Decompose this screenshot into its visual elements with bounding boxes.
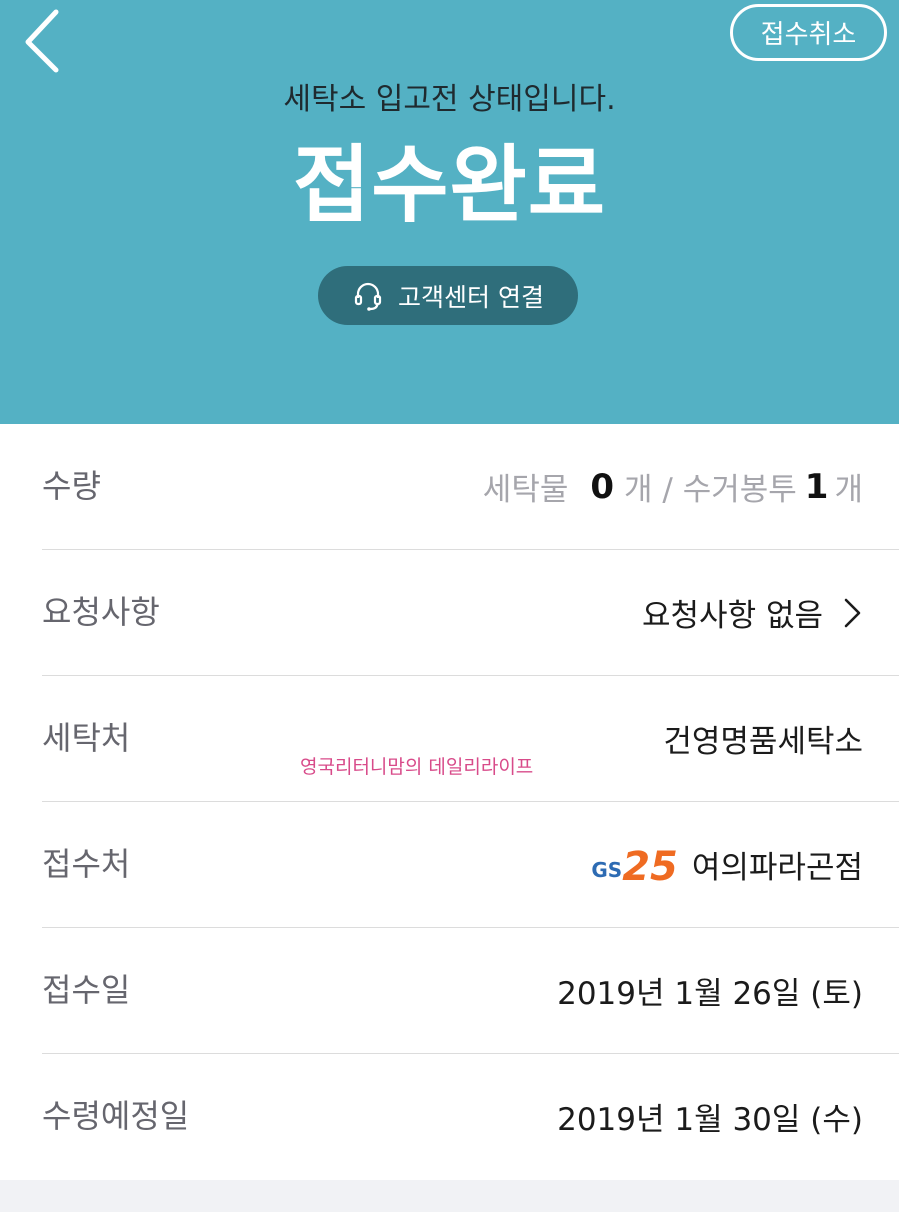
laundry-shop-value: 건영명품세탁소 xyxy=(663,724,863,760)
request-row[interactable]: 요청사항 요청사항 없음 xyxy=(42,550,899,676)
laundry-shop-row: 세탁처 건영명품세탁소 영국리터니맘의 데일리라이프 xyxy=(42,676,899,802)
status-header: 접수취소 세탁소 입고전 상태입니다. 접수완료 고객센터 연결 xyxy=(0,0,899,424)
quantity-label: 수량 xyxy=(42,467,101,505)
request-text: 요청사항 없음 xyxy=(642,598,823,634)
headset-icon xyxy=(354,282,382,311)
pickup-place-name: 여의파라곤점 xyxy=(691,850,863,886)
pickup-place-value: GS 25 여의파라곤점 xyxy=(591,802,863,927)
chevron-right-icon xyxy=(831,596,863,630)
gs25-logo: GS 25 xyxy=(591,843,678,890)
status-subtitle: 세탁소 입고전 상태입니다. xyxy=(283,82,616,117)
status-title: 접수완료 xyxy=(292,136,607,234)
quantity-row: 수량 세탁물 0 개 / 수거봉투 1 개 xyxy=(42,424,899,550)
laundry-shop-label: 세탁처 xyxy=(42,719,131,757)
quantity-value: 세탁물 0 개 / 수거봉투 1 개 xyxy=(483,424,863,549)
laundry-count: 0 xyxy=(590,466,615,507)
bag-count: 1 xyxy=(804,466,829,507)
watermark-text: 영국리터니맘의 데일리라이프 xyxy=(300,756,534,778)
received-date-label: 접수일 xyxy=(42,971,131,1009)
chevron-left-icon xyxy=(25,9,59,73)
back-button[interactable] xyxy=(18,6,68,76)
pickup-place-row: 접수처 GS 25 여의파라곤점 xyxy=(42,802,899,928)
pickup-place-label: 접수처 xyxy=(42,845,131,883)
unit-separator: 개 / 수거봉투 xyxy=(624,472,797,508)
expected-date-value: 2019년 1월 30일 (수) xyxy=(557,1102,863,1138)
order-detail-list: 수량 세탁물 0 개 / 수거봉투 1 개 요청사항 요청사항 없음 세탁처 건… xyxy=(0,424,899,1180)
received-date-row: 접수일 2019년 1월 26일 (토) xyxy=(42,928,899,1054)
request-label: 요청사항 xyxy=(42,593,160,631)
expected-date-row: 수령예정일 2019년 1월 30일 (수) xyxy=(42,1054,899,1180)
customer-center-button[interactable]: 고객센터 연결 xyxy=(318,266,578,325)
laundry-label: 세탁물 xyxy=(482,472,569,508)
request-value[interactable]: 요청사항 없음 xyxy=(642,550,863,675)
cancel-order-button[interactable]: 접수취소 xyxy=(730,4,887,61)
customer-center-label: 고객센터 연결 xyxy=(398,282,544,312)
expected-date-label: 수령예정일 xyxy=(42,1097,190,1135)
received-date-value: 2019년 1월 26일 (토) xyxy=(557,976,863,1012)
bag-unit: 개 xyxy=(834,472,863,508)
